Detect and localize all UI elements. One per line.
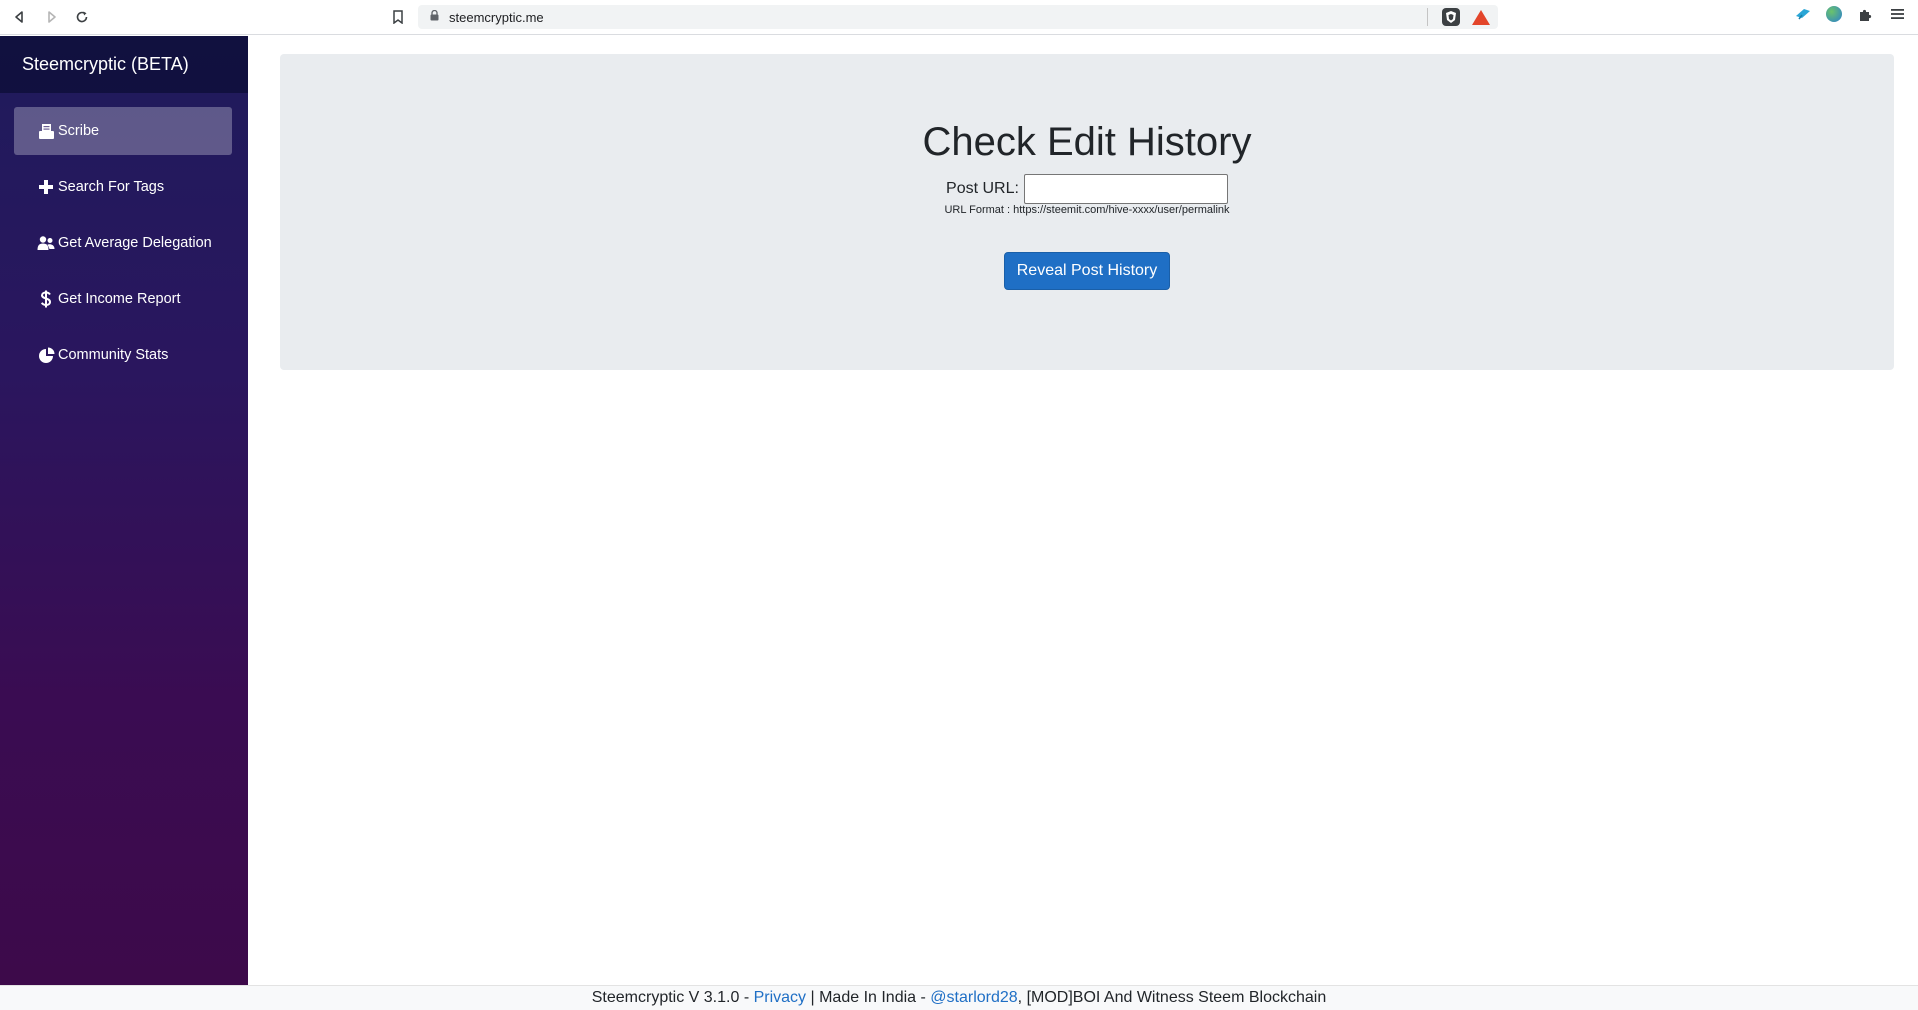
extension-pin-icon[interactable] <box>1794 5 1812 23</box>
sidebar-item-get-income-report[interactable]: Get Income Report <box>14 275 232 323</box>
puzzle-icon[interactable] <box>1856 5 1874 23</box>
address-bar-actions <box>1427 8 1490 26</box>
brave-shield-icon[interactable] <box>1442 8 1460 26</box>
sidebar-item-label: Search For Tags <box>58 179 165 195</box>
browser-toolbar: steemcryptic.me <box>0 0 1918 35</box>
footer: Steemcryptic V 3.1.0 - Privacy | Made In… <box>0 985 1918 1010</box>
sidebar-item-scribe[interactable]: Scribe <box>14 107 232 155</box>
users-icon <box>36 233 56 253</box>
brave-rewards-icon[interactable] <box>1472 9 1490 25</box>
url-format-hint: URL Format : https://steemit.com/hive-xx… <box>944 204 1230 216</box>
author-link[interactable]: @starlord28 <box>930 989 1017 1006</box>
sidebar-item-label: Community Stats <box>58 347 169 363</box>
extension-icons <box>1794 5 1906 23</box>
plus-icon <box>36 177 56 197</box>
page-title: Check Edit History <box>922 120 1252 164</box>
sidebar-menu: Scribe Search For Tags Get Average Deleg… <box>0 93 248 379</box>
post-url-label: Post URL: <box>946 180 1019 197</box>
pie-chart-icon <box>36 345 56 365</box>
scribe-icon <box>36 121 56 141</box>
sidebar-item-label: Get Average Delegation <box>58 235 212 251</box>
menu-icon[interactable] <box>1888 5 1906 23</box>
reload-icon[interactable] <box>67 2 97 32</box>
lock-icon <box>430 9 439 24</box>
nav-buttons <box>5 2 97 32</box>
reveal-post-history-button[interactable]: Reveal Post History <box>1004 252 1170 290</box>
bookmark-icon[interactable] <box>383 2 413 32</box>
forward-icon[interactable] <box>36 2 66 32</box>
post-url-row: Post URL: <box>280 174 1894 204</box>
footer-made-in: | Made In India - <box>810 989 926 1006</box>
privacy-link[interactable]: Privacy <box>754 989 806 1006</box>
post-url-input[interactable] <box>1023 174 1228 204</box>
sidebar-item-search-for-tags[interactable]: Search For Tags <box>14 163 232 211</box>
dollar-icon <box>36 289 56 309</box>
sidebar: Steemcryptic (BETA) Scribe Search For Ta… <box>0 36 248 986</box>
sidebar-item-label: Get Income Report <box>58 291 181 307</box>
sidebar-item-get-average-delegation[interactable]: Get Average Delegation <box>14 219 232 267</box>
footer-version: Steemcryptic V 3.1.0 - <box>591 989 750 1006</box>
divider <box>1427 8 1428 26</box>
sidebar-item-label: Scribe <box>58 123 100 139</box>
address-bar[interactable]: steemcryptic.me <box>418 5 1498 29</box>
brand-title[interactable]: Steemcryptic (BETA) <box>0 36 248 93</box>
back-icon[interactable] <box>5 2 35 32</box>
edit-history-panel: Check Edit History Post URL: URL Format … <box>280 54 1894 370</box>
url-text: steemcryptic.me <box>449 9 544 25</box>
globe-extension-icon[interactable] <box>1826 6 1842 22</box>
footer-suffix: , [MOD]BOI And Witness Steem Blockchain <box>1017 989 1327 1006</box>
sidebar-item-community-stats[interactable]: Community Stats <box>14 331 232 379</box>
